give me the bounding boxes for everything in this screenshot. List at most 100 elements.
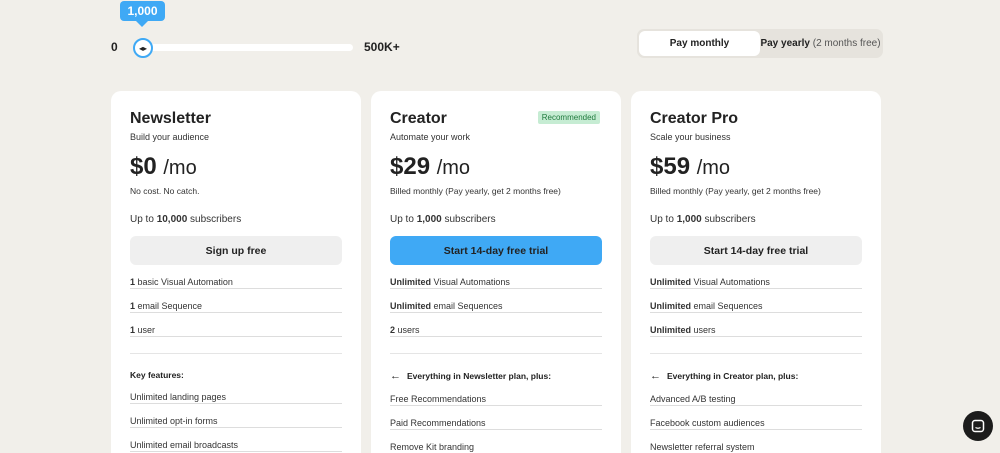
feature-qty: Unlimited: [390, 277, 432, 287]
key-feature-item[interactable]: Facebook custom audiences: [650, 418, 862, 430]
feature-item[interactable]: 1 user: [130, 325, 342, 337]
pay-monthly-option[interactable]: Pay monthly: [639, 31, 760, 56]
key-features-heading: Key features:: [130, 370, 342, 380]
plan-price: $0 /mo: [130, 153, 342, 181]
subscriber-limit: Up to 10,000 subscribers: [130, 214, 342, 225]
plan-tagline: Build your audience: [130, 132, 210, 142]
slider-thumb[interactable]: ◂▸: [133, 38, 153, 58]
key-features-title: Everything in Creator plan, plus:: [667, 371, 799, 381]
plan-cta-button[interactable]: Start 14-day free trial: [390, 236, 602, 265]
price-amount: $59: [650, 153, 691, 180]
key-features-heading: ← Everything in Creator plan, plus:: [650, 370, 862, 382]
subs-count: 1,000: [676, 214, 702, 225]
pay-yearly-option[interactable]: Pay yearly (2 months free): [760, 31, 881, 56]
subs-prefix: Up to: [130, 214, 157, 225]
price-period: /mo: [436, 157, 471, 179]
feature-qty: Unlimited: [650, 301, 692, 311]
billing-toggle: Pay monthly Pay yearly (2 months free): [637, 29, 883, 58]
key-features-heading: ← Everything in Newsletter plan, plus:: [390, 370, 602, 382]
feature-text: users: [395, 325, 420, 335]
feature-item[interactable]: 2 users: [390, 325, 602, 337]
key-feature-item[interactable]: Paid Recommendations: [390, 418, 602, 430]
key-feature-item[interactable]: Unlimited email broadcasts: [130, 440, 342, 452]
price-period: /mo: [696, 157, 731, 179]
key-feature-item[interactable]: Unlimited landing pages: [130, 392, 342, 404]
chat-launcher-button[interactable]: [963, 411, 993, 441]
feature-text: email Sequence: [135, 301, 203, 311]
feature-text: user: [135, 325, 156, 335]
price-amount: $0: [130, 153, 157, 180]
subs-prefix: Up to: [650, 214, 677, 225]
plan-cta-button[interactable]: Sign up free: [130, 236, 342, 265]
slider-value-tooltip: 1,000: [120, 1, 165, 27]
arrow-left-icon: ←: [390, 370, 401, 382]
feature-qty: Unlimited: [650, 277, 692, 287]
feature-item[interactable]: Unlimited email Sequences: [650, 301, 862, 313]
plan-tagline: Automate your work: [390, 132, 471, 142]
key-features-title: Everything in Newsletter plan, plus:: [407, 371, 552, 381]
feature-qty: Unlimited: [650, 325, 692, 335]
feature-text: users: [691, 325, 716, 335]
price-amount: $29: [390, 153, 431, 180]
plan-price: $29 /mo: [390, 153, 602, 181]
key-features-list: Free Recommendations Paid Recommendations…: [390, 382, 602, 453]
plan-card: Newsletter Build your audience $0 /mo No co…: [111, 91, 361, 453]
divider: [650, 353, 862, 354]
feature-text: email Sequences: [431, 301, 503, 311]
price-note: Billed monthly (Pay yearly, get 2 months…: [390, 186, 561, 196]
feature-qty: Unlimited: [390, 301, 432, 311]
key-features-list: Advanced A/B testing Facebook custom audi…: [650, 382, 862, 453]
plan-card: Creator Pro Scale your business $59 /mo Bil…: [631, 91, 881, 453]
key-feature-item[interactable]: Remove Kit branding: [390, 442, 602, 453]
plan-price: $59 /mo: [650, 153, 862, 181]
feature-item[interactable]: Unlimited users: [650, 325, 862, 337]
price-period: /mo: [163, 157, 197, 179]
slider-min-label: 0: [111, 40, 118, 54]
feature-text: basic Visual Automation: [135, 277, 233, 287]
feature-item[interactable]: Unlimited Visual Automations: [390, 277, 602, 289]
feature-item[interactable]: Unlimited Visual Automations: [650, 277, 862, 289]
arrow-left-icon: ←: [650, 370, 661, 382]
feature-text: Visual Automations: [691, 277, 770, 287]
pay-monthly-label: Pay monthly: [669, 38, 730, 49]
feature-text: email Sequences: [691, 301, 763, 311]
chat-icon: [971, 419, 985, 433]
feature-text: Visual Automations: [431, 277, 510, 287]
slider-track[interactable]: [133, 44, 353, 51]
subs-count: 10,000: [156, 214, 188, 225]
feature-item[interactable]: Unlimited email Sequences: [390, 301, 602, 313]
pay-yearly-label: Pay yearly: [760, 38, 810, 49]
subscriber-limit: Up to 1,000 subscribers: [390, 214, 602, 225]
drag-arrows-icon: ◂▸: [138, 43, 148, 53]
price-note: Billed monthly (Pay yearly, get 2 months…: [650, 186, 821, 196]
subs-suffix: subscribers: [441, 214, 496, 225]
recommended-badge: Recommended: [537, 111, 600, 124]
divider: [130, 353, 342, 354]
plan-card: Creator Recommended Automate your work $29 …: [371, 91, 621, 453]
plan-name: Newsletter: [130, 110, 211, 127]
feature-item[interactable]: 1 basic Visual Automation: [130, 277, 342, 289]
plan-name: Creator Pro: [650, 110, 739, 127]
plan-tagline: Scale your business: [650, 132, 731, 142]
divider: [390, 353, 602, 354]
subs-suffix: subscribers: [187, 214, 242, 225]
plan-features: Unlimited Visual Automations Unlimited em…: [390, 273, 602, 337]
key-feature-item[interactable]: Newsletter referral system: [650, 442, 862, 453]
feature-item[interactable]: 1 email Sequence: [130, 301, 342, 313]
subs-count: 1,000: [416, 214, 442, 225]
key-feature-item[interactable]: Unlimited opt-in forms: [130, 416, 342, 428]
subscriber-limit: Up to 1,000 subscribers: [650, 214, 862, 225]
key-feature-item[interactable]: Advanced A/B testing: [650, 394, 862, 406]
subs-suffix: subscribers: [701, 214, 756, 225]
plan-features: 1 basic Visual Automation 1 email Sequenc…: [130, 273, 342, 337]
plan-cta-button[interactable]: Start 14-day free trial: [650, 236, 862, 265]
key-features-list: Unlimited landing pages Unlimited opt-in …: [130, 380, 342, 452]
plan-features: Unlimited Visual Automations Unlimited em…: [650, 273, 862, 337]
price-note: No cost. No catch.: [130, 186, 200, 196]
key-feature-item[interactable]: Free Recommendations: [390, 394, 602, 406]
slider-max-label: 500K+: [364, 40, 400, 54]
subs-prefix: Up to: [390, 214, 417, 225]
subscriber-slider: 1,000 0 ◂▸ 500K+: [0, 0, 600, 80]
pay-yearly-note: (2 months free): [812, 38, 881, 49]
key-features-title: Key features:: [130, 370, 184, 380]
